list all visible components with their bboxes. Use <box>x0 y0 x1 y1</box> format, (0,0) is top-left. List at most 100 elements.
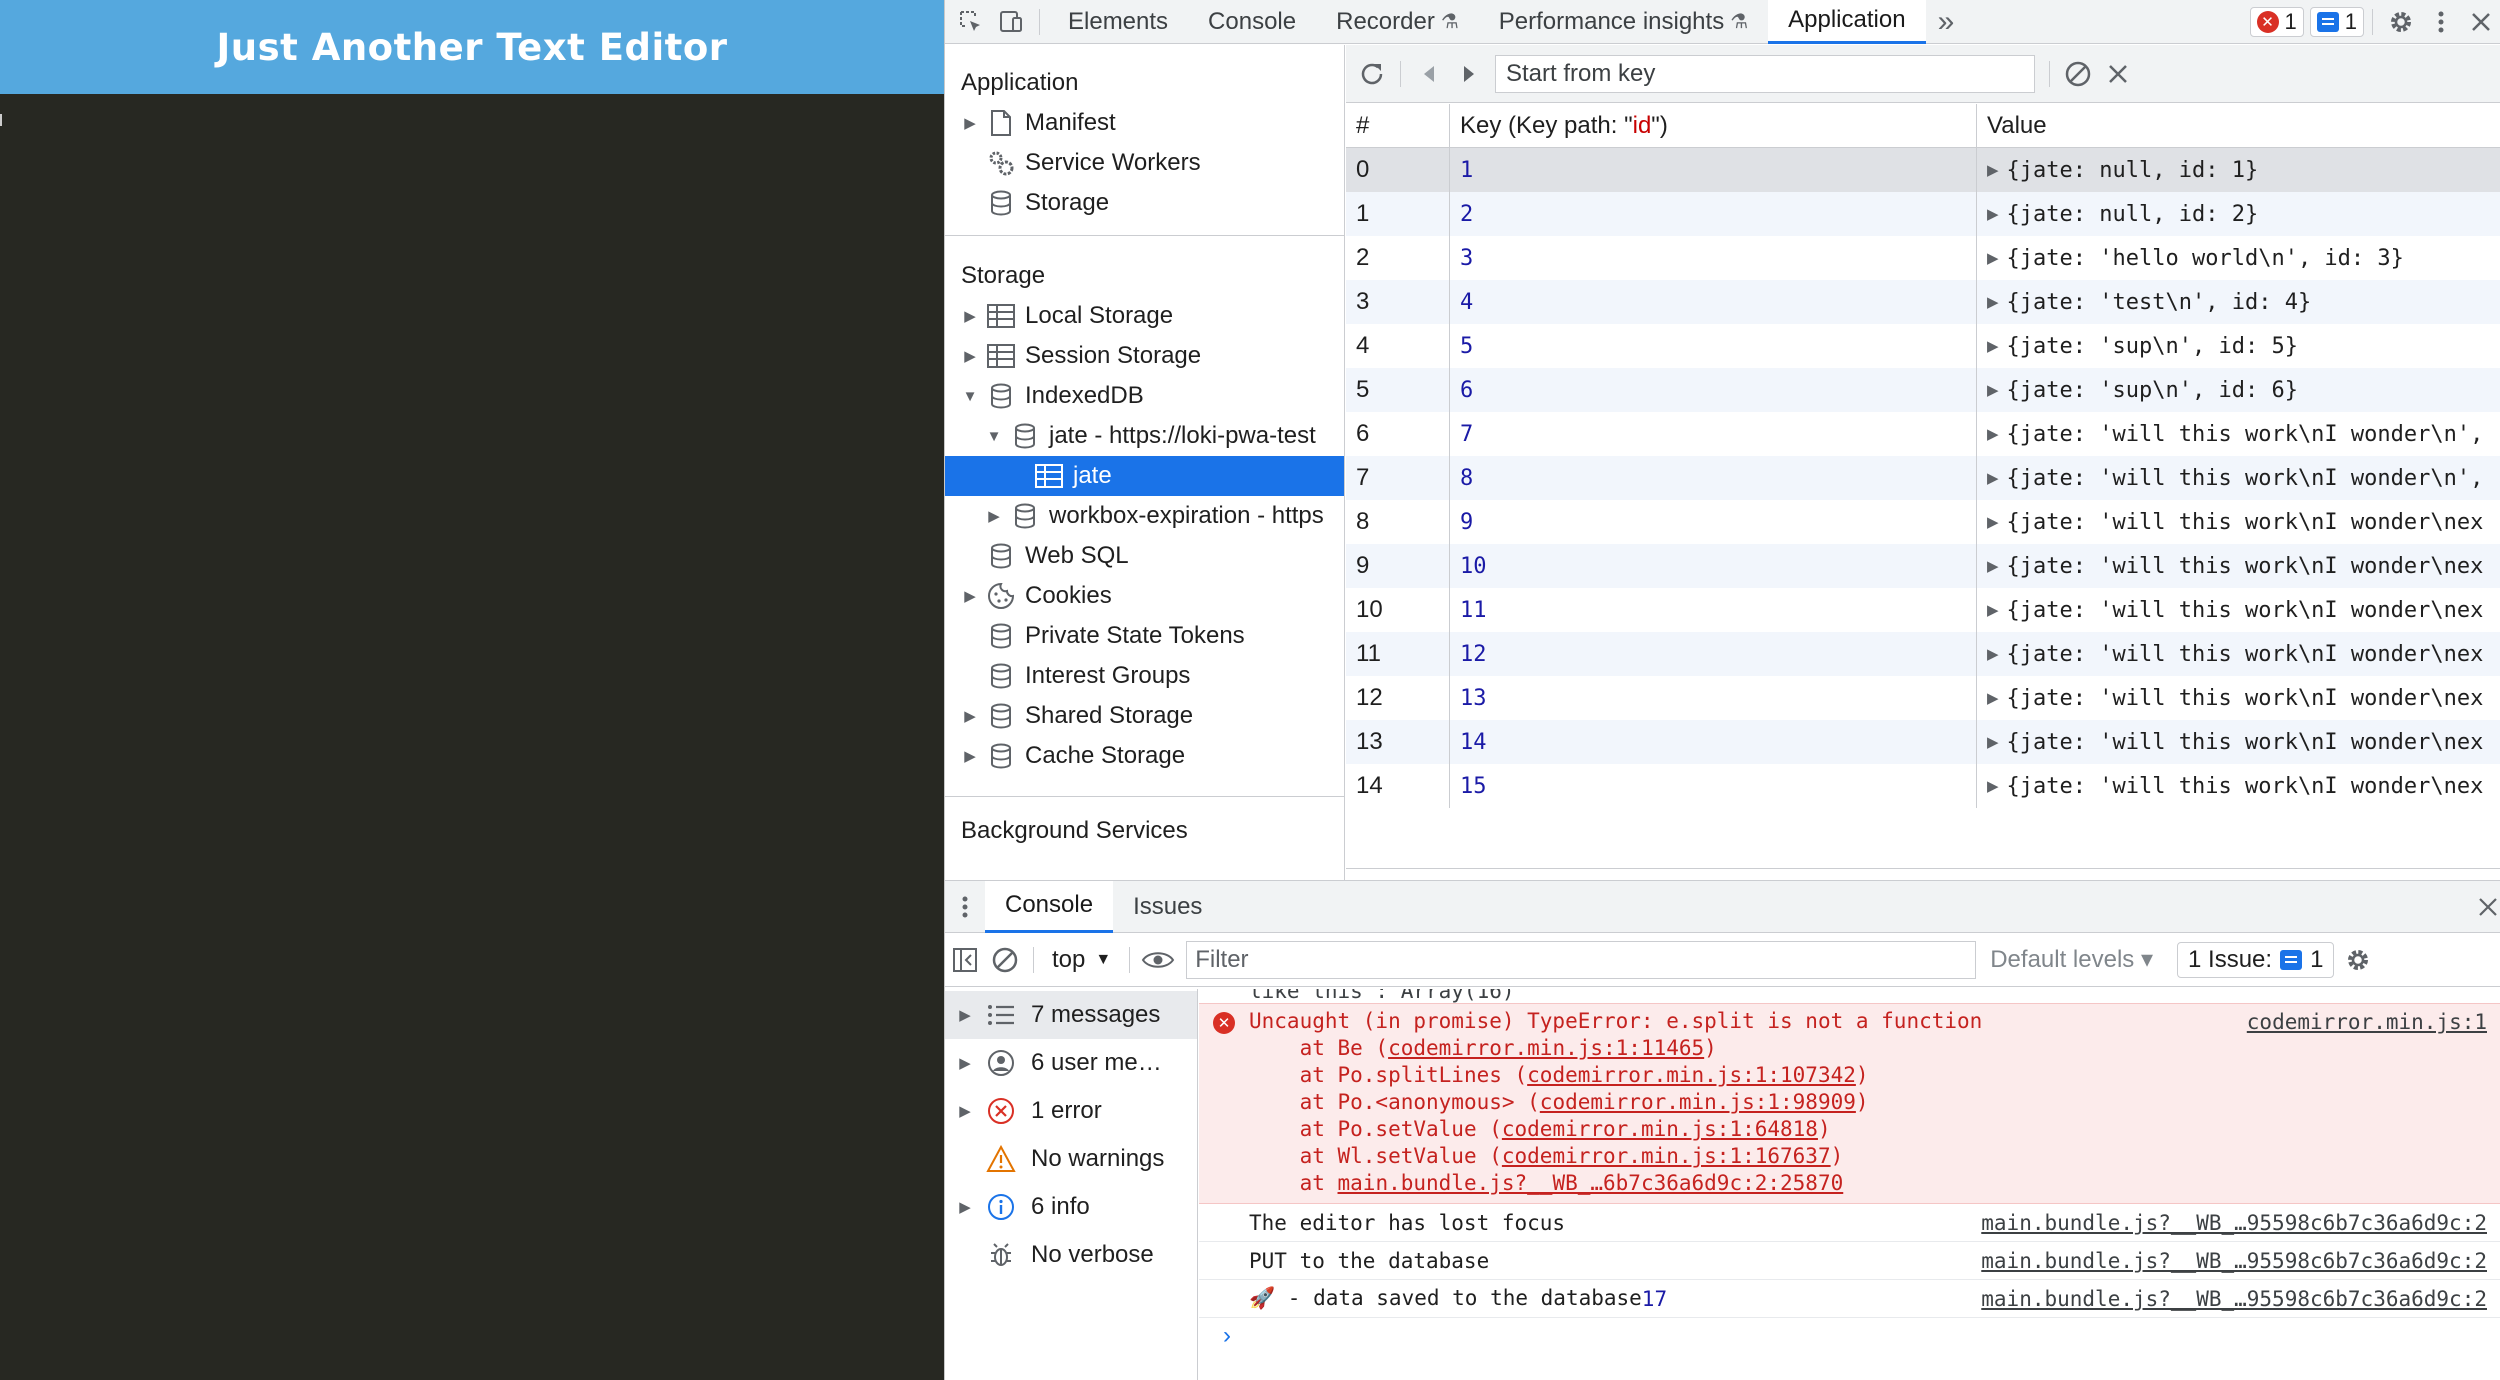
row-value[interactable]: ▶ {jate: 'will this work\nI wonder\nex <box>1977 588 2500 632</box>
console-log-message[interactable]: 🚀 - data saved to the database 17 main.bu… <box>1199 1280 2500 1318</box>
expand-arrow-icon[interactable]: ▶ <box>945 1198 985 1216</box>
expand-arrow-icon[interactable]: ▶ <box>961 114 979 132</box>
expand-arrow-icon[interactable]: ▶ <box>1987 777 1999 795</box>
sidebar-item-shared-storage[interactable]: ▶ Shared Storage <box>945 696 1344 736</box>
table-row[interactable]: 3 4 ▶ {jate: 'test\n', id: 4} <box>1346 280 2500 324</box>
table-row[interactable]: 14 15 ▶ {jate: 'will this work\nI wonder\ne… <box>1346 764 2500 808</box>
expand-arrow-icon[interactable]: ▶ <box>1987 557 1999 575</box>
error-source-link[interactable]: codemirror.min.js:1 <box>2247 1010 2487 1034</box>
expand-arrow-icon[interactable]: ▶ <box>961 587 979 605</box>
console-prompt[interactable]: › <box>1199 1318 2500 1354</box>
expand-arrow-icon[interactable]: ▶ <box>1987 733 1999 751</box>
console-filter-messages[interactable]: ▶ 7 messages <box>945 991 1197 1039</box>
row-value[interactable]: ▶ {jate: 'sup\n', id: 5} <box>1977 324 2500 368</box>
clear-object-store-icon[interactable] <box>2058 52 2098 96</box>
table-row[interactable]: 13 14 ▶ {jate: 'will this work\nI wonder\ne… <box>1346 720 2500 764</box>
expand-arrow-icon[interactable]: ▶ <box>961 347 979 365</box>
expand-arrow-icon[interactable]: ▶ <box>1987 645 1999 663</box>
context-selector[interactable]: top ▼ <box>1042 946 1121 974</box>
table-row[interactable]: 8 9 ▶ {jate: 'will this work\nI wonder\nex <box>1346 500 2500 544</box>
console-filter-warnings[interactable]: No warnings <box>945 1135 1197 1183</box>
console-filter-user-messages[interactable]: ▶ 6 user me… <box>945 1039 1197 1087</box>
row-value[interactable]: ▶ {jate: 'will this work\nI wonder\nex <box>1977 500 2500 544</box>
expand-arrow-icon[interactable]: ▶ <box>1987 469 1999 487</box>
expand-arrow-icon[interactable]: ▶ <box>961 747 979 765</box>
row-value[interactable]: ▶ {jate: 'hello world\n', id: 3} <box>1977 236 2500 280</box>
sidebar-item-indexeddb[interactable]: ▼ IndexedDB <box>945 376 1344 416</box>
row-value[interactable]: ▶ {jate: null, id: 1} <box>1977 148 2500 192</box>
sidebar-toggle-icon[interactable] <box>945 938 985 982</box>
expand-arrow-icon[interactable]: ▶ <box>1987 689 1999 707</box>
sidebar-item-service-workers[interactable]: Service Workers <box>945 143 1344 183</box>
sidebar-item-cookies[interactable]: ▶ Cookies <box>945 576 1344 616</box>
table-row[interactable]: 5 6 ▶ {jate: 'sup\n', id: 6} <box>1346 368 2500 412</box>
error-count-badge[interactable]: ✕ 1 <box>2249 6 2304 37</box>
tab-performance-insights[interactable]: Performance insights ⚗ <box>1479 0 1768 44</box>
stack-source-link[interactable]: codemirror.min.js:1:64818 <box>1502 1117 1818 1141</box>
console-settings-gear-icon[interactable] <box>2338 938 2378 982</box>
close-devtools-icon[interactable] <box>2461 0 2500 44</box>
tab-application[interactable]: Application <box>1768 0 1926 44</box>
expand-arrow-icon[interactable]: ▶ <box>1987 161 1999 179</box>
expand-arrow-icon[interactable]: ▶ <box>1987 249 1999 267</box>
row-value[interactable]: ▶ {jate: 'will this work\nI wonder\n', <box>1977 412 2500 456</box>
row-value[interactable]: ▶ {jate: 'will this work\nI wonder\nex <box>1977 764 2500 808</box>
expand-arrow-icon[interactable]: ▶ <box>961 707 979 725</box>
message-count-badge[interactable]: 1 <box>2309 6 2364 37</box>
sidebar-item-storage[interactable]: Storage <box>945 183 1344 223</box>
row-value[interactable]: ▶ {jate: 'will this work\nI wonder\nex <box>1977 720 2500 764</box>
sidebar-item-interest-groups[interactable]: Interest Groups <box>945 656 1344 696</box>
live-expression-eye-icon[interactable] <box>1138 938 1178 982</box>
drawer-menu-icon[interactable] <box>945 885 985 929</box>
tab-elements[interactable]: Elements <box>1048 0 1188 44</box>
expand-arrow-icon[interactable]: ▶ <box>945 1102 985 1120</box>
console-log-message[interactable]: The editor has lost focus main.bundle.js?… <box>1199 1204 2500 1242</box>
stack-source-link[interactable]: main.bundle.js?__WB_…6b7c36a6d9c:2:25870 <box>1338 1171 1844 1195</box>
console-filter-verbose[interactable]: No verbose <box>945 1231 1197 1279</box>
previous-page-icon[interactable] <box>1409 52 1449 96</box>
stack-source-link[interactable]: codemirror.min.js:1:11465 <box>1388 1036 1704 1060</box>
table-row[interactable]: 1 2 ▶ {jate: null, id: 2} <box>1346 192 2500 236</box>
collapse-arrow-icon[interactable]: ▼ <box>985 428 1003 445</box>
expand-arrow-icon[interactable]: ▶ <box>961 307 979 325</box>
sidebar-item-private-state-tokens[interactable]: Private State Tokens <box>945 616 1344 656</box>
more-tabs-button[interactable]: » <box>1926 0 1967 44</box>
sidebar-item-cache-storage[interactable]: ▶ Cache Storage <box>945 736 1344 776</box>
log-levels-dropdown[interactable]: Default levels ▾ <box>1990 945 2153 974</box>
table-row[interactable]: 0 1 ▶ {jate: null, id: 1} <box>1346 148 2500 192</box>
row-value[interactable]: ▶ {jate: 'will this work\nI wonder\n', <box>1977 456 2500 500</box>
next-page-icon[interactable] <box>1449 52 1489 96</box>
console-error-message[interactable]: ✕ Uncaught (in promise) TypeError: e.spl… <box>1199 1003 2500 1204</box>
device-toggle-icon[interactable] <box>991 0 1031 44</box>
start-from-key-input[interactable] <box>1495 54 2035 93</box>
table-row[interactable]: 12 13 ▶ {jate: 'will this work\nI wonder\ne… <box>1346 676 2500 720</box>
sidebar-item-jate-db[interactable]: ▼ jate - https://loki-pwa-test <box>945 416 1344 456</box>
expand-arrow-icon[interactable]: ▶ <box>1987 381 1999 399</box>
console-filter-info[interactable]: ▶ 6 info <box>945 1183 1197 1231</box>
console-filter-errors[interactable]: ▶ 1 error <box>945 1087 1197 1135</box>
row-value[interactable]: ▶ {jate: null, id: 2} <box>1977 192 2500 236</box>
table-row[interactable]: 11 12 ▶ {jate: 'will this work\nI wonder\ne… <box>1346 632 2500 676</box>
console-filter-input[interactable] <box>1186 940 1977 979</box>
log-source-link[interactable]: main.bundle.js?__WB_…95598c6b7c36a6d9c:2 <box>1981 1211 2487 1235</box>
table-row[interactable]: 7 8 ▶ {jate: 'will this work\nI wonder\n', <box>1346 456 2500 500</box>
expand-arrow-icon[interactable]: ▶ <box>1987 205 1999 223</box>
delete-selected-icon[interactable] <box>2098 52 2138 96</box>
expand-arrow-icon[interactable]: ▶ <box>985 507 1003 525</box>
table-row[interactable]: 2 3 ▶ {jate: 'hello world\n', id: 3} <box>1346 236 2500 280</box>
sidebar-item-workbox-expiration[interactable]: ▶ workbox-expiration - https <box>945 496 1344 536</box>
collapse-arrow-icon[interactable]: ▼ <box>961 388 979 405</box>
expand-arrow-icon[interactable]: ▶ <box>945 1006 985 1024</box>
drawer-tab-issues[interactable]: Issues <box>1113 881 1222 933</box>
drawer-tab-console[interactable]: Console <box>985 880 1114 933</box>
refresh-icon[interactable] <box>1352 52 1392 96</box>
row-value[interactable]: ▶ {jate: 'will this work\nI wonder\nex <box>1977 676 2500 720</box>
sidebar-item-web-sql[interactable]: Web SQL <box>945 536 1344 576</box>
table-row[interactable]: 4 5 ▶ {jate: 'sup\n', id: 5} <box>1346 324 2500 368</box>
log-source-link[interactable]: main.bundle.js?__WB_…95598c6b7c36a6d9c:2 <box>1981 1249 2487 1273</box>
clear-console-icon[interactable] <box>985 938 1025 982</box>
expand-arrow-icon[interactable]: ▶ <box>1987 293 1999 311</box>
expand-arrow-icon[interactable]: ▶ <box>1987 513 1999 531</box>
column-header-value[interactable]: Value <box>1977 104 2500 147</box>
column-header-index[interactable]: # <box>1346 104 1450 147</box>
